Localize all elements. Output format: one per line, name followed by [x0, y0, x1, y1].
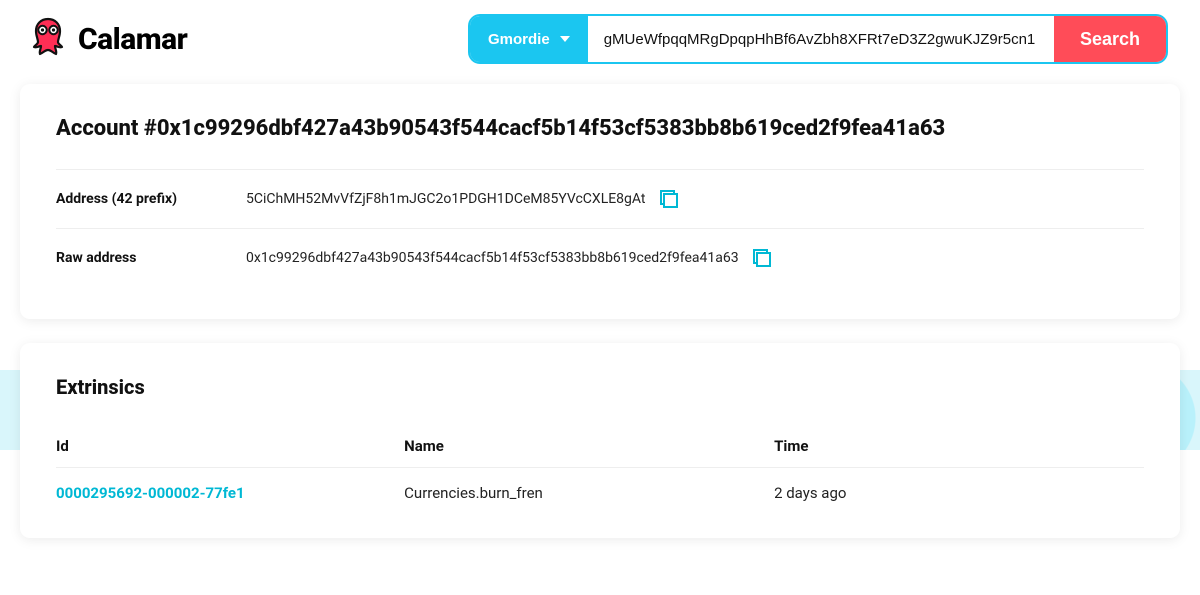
label-address-42: Address (42 prefix)	[56, 191, 246, 207]
title-prefix: Account #	[56, 116, 157, 141]
page-title: Account #0x1c99296dbf427a43b90543f544cac…	[56, 116, 1144, 141]
account-id: 0x1c99296dbf427a43b90543f544cacf5b14f53c…	[157, 116, 945, 141]
search-bar: Gmordie Search	[468, 14, 1168, 64]
extrinsics-title: Extrinsics	[56, 375, 1144, 399]
extrinsic-name: Currencies.burn_fren	[404, 468, 774, 507]
extrinsic-id-link[interactable]: 0000295692-000002-77fe1	[56, 484, 245, 502]
table-row: 0000295692-000002-77fe1 Currencies.burn_…	[56, 468, 1144, 507]
network-select[interactable]: Gmordie	[470, 16, 588, 62]
search-button[interactable]: Search	[1054, 16, 1166, 62]
extrinsics-card: Extrinsics Id Name Time 0000295692-00000…	[20, 343, 1180, 538]
copy-icon[interactable]	[753, 249, 771, 267]
search-input[interactable]	[588, 16, 1054, 62]
chevron-down-icon	[560, 36, 570, 42]
label-raw-address: Raw address	[56, 250, 246, 266]
copy-icon[interactable]	[660, 190, 678, 208]
row-raw-address: Raw address 0x1c99296dbf427a43b90543f544…	[56, 228, 1144, 287]
header: Calamar Gmordie Search	[0, 0, 1200, 78]
logo-icon	[28, 15, 68, 63]
col-header-time: Time	[774, 425, 1144, 468]
extrinsic-time: 2 days ago	[774, 468, 1144, 507]
row-address-42: Address (42 prefix) 5CiChMH52MvVfZjF8h1m…	[56, 169, 1144, 228]
brand-name: Calamar	[78, 22, 187, 57]
col-header-name: Name	[404, 425, 774, 468]
account-card: Account #0x1c99296dbf427a43b90543f544cac…	[20, 84, 1180, 319]
brand[interactable]: Calamar	[28, 15, 187, 63]
col-header-id: Id	[56, 425, 404, 468]
network-select-label: Gmordie	[488, 31, 550, 48]
value-raw-address: 0x1c99296dbf427a43b90543f544cacf5b14f53c…	[246, 250, 739, 266]
extrinsics-table: Id Name Time 0000295692-000002-77fe1 Cur…	[56, 425, 1144, 506]
value-address-42: 5CiChMH52MvVfZjF8h1mJGC2o1PDGH1DCeM85YVc…	[246, 191, 646, 207]
